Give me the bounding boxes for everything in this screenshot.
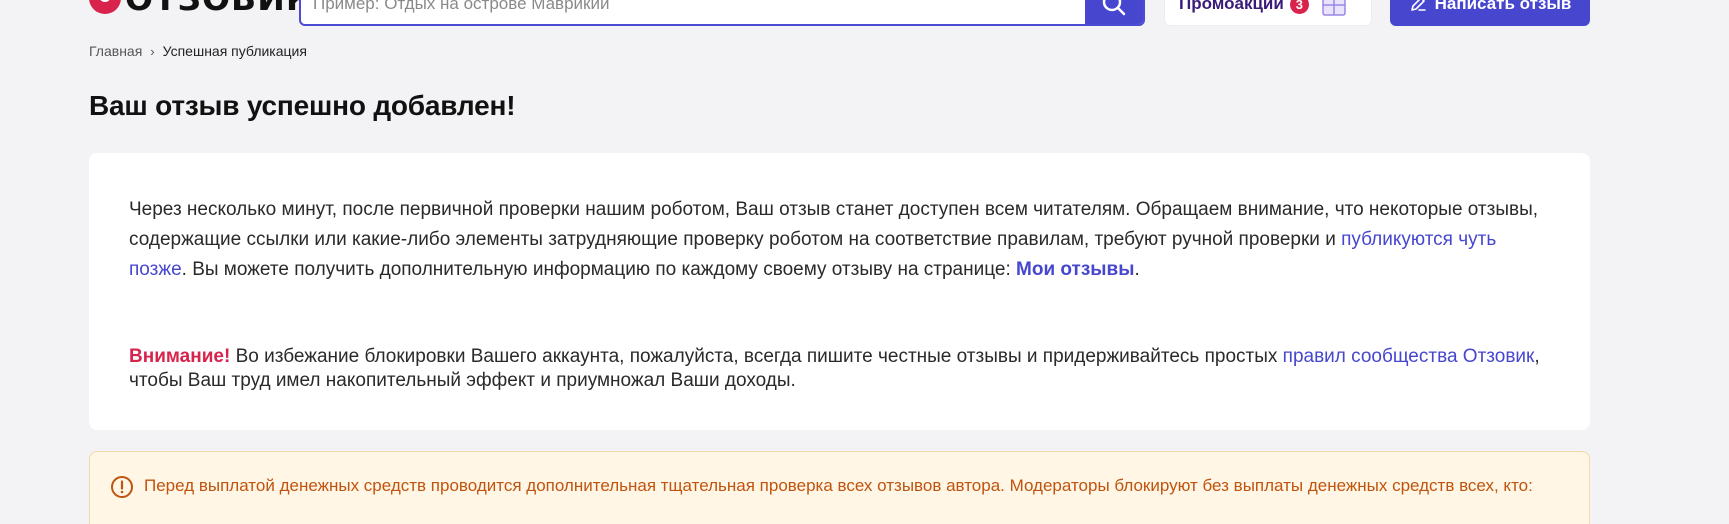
payout-notice: Перед выплатой денежных средств проводит…	[89, 451, 1590, 524]
promo-button[interactable]: Промоакции 3	[1164, 0, 1372, 26]
info-text-2: . Вы можете получить дополнительную инфо…	[181, 259, 1017, 280]
warning-paragraph: Внимание! Во избежание блокировки Вашего…	[129, 345, 1559, 393]
exclamation-circle-icon	[111, 476, 133, 498]
site-header: ОТЗОВИК Промоакции 3 Написать отзыв	[0, 0, 1729, 30]
logo-text: ОТЗОВИК	[125, 0, 314, 18]
search-icon	[1102, 0, 1126, 16]
warning-label: Внимание!	[129, 346, 231, 367]
site-logo[interactable]: ОТЗОВИК	[89, 0, 314, 18]
breadcrumb-current: Успешная публикация	[162, 43, 307, 59]
breadcrumb-separator: ›	[150, 43, 155, 59]
breadcrumb-home-link[interactable]: Главная	[89, 43, 142, 59]
warning-text-1: Во избежание блокировки Вашего аккаунта,…	[230, 346, 1283, 367]
my-reviews-link[interactable]: Мои отзывы	[1016, 259, 1134, 280]
write-review-button[interactable]: Написать отзыв	[1390, 0, 1590, 26]
gift-icon	[1322, 0, 1346, 16]
logo-mark-icon	[89, 0, 121, 14]
notice-text: Перед выплатой денежных средств проводит…	[144, 476, 1533, 495]
info-text-1: Через несколько минут, после первичной п…	[129, 199, 1539, 250]
success-info-card: Через несколько минут, после первичной п…	[89, 153, 1590, 430]
pencil-icon	[1410, 0, 1426, 11]
search-button[interactable]	[1085, 0, 1143, 24]
promo-count-badge: 3	[1289, 0, 1309, 14]
promo-label: Промоакции	[1179, 0, 1284, 13]
info-paragraph: Через несколько минут, после первичной п…	[129, 195, 1559, 285]
info-text-3: .	[1134, 259, 1140, 280]
page-title: Ваш отзыв успешно добавлен!	[89, 90, 516, 121]
community-rules-link[interactable]: правил сообщества Отзовик	[1283, 346, 1535, 367]
write-review-label: Написать отзыв	[1434, 0, 1572, 13]
search-input[interactable]	[301, 0, 1085, 24]
breadcrumb: Главная › Успешная публикация	[89, 43, 307, 59]
search-bar	[299, 0, 1145, 26]
